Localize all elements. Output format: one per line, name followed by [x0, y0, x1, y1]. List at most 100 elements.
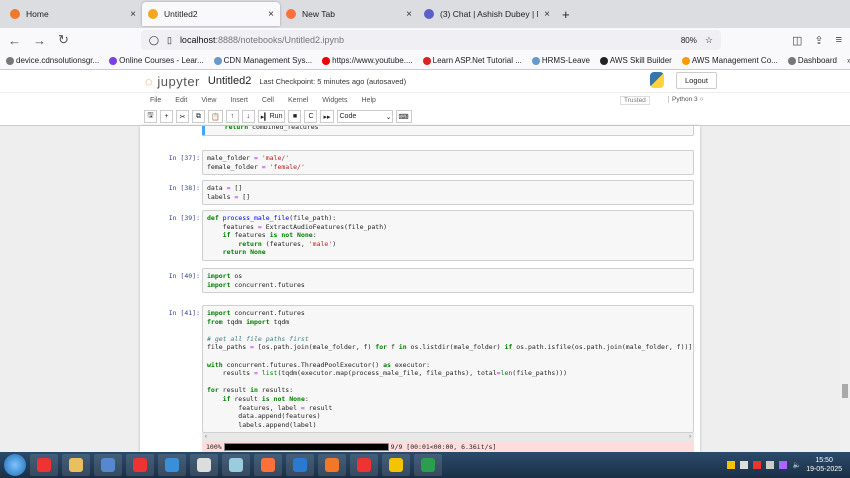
add-cell-icon[interactable]: + — [160, 110, 173, 123]
bookmark-item[interactable]: AWS Skill Builder — [599, 56, 672, 65]
jupyter-logo[interactable]: ◌ jupyter — [145, 74, 200, 89]
system-tray: 🔈 15:50 19-05-2025 — [727, 456, 850, 474]
run-button[interactable]: ▸▎ Run — [257, 110, 286, 123]
pocket-icon[interactable]: ◫ — [792, 34, 802, 47]
notebook-area: return combined_features In [37]: male_fol… — [0, 126, 850, 452]
code-token: list — [261, 369, 278, 378]
tray-icon[interactable] — [766, 461, 775, 469]
browser-tab[interactable]: Untitled2 × — [142, 2, 280, 26]
logout-button[interactable]: Logout — [676, 72, 717, 89]
bookmark-star-icon[interactable]: ☆ — [705, 35, 713, 46]
restart-run-all-icon[interactable]: ▸▸ — [320, 110, 334, 123]
close-tab-icon[interactable]: × — [544, 9, 550, 20]
code-input[interactable]: return combined_features — [202, 126, 694, 136]
menu-icon[interactable]: ≡ — [836, 34, 842, 47]
new-tab-icon[interactable]: + — [562, 7, 570, 22]
cell-type-select[interactable]: Code ⌄ — [336, 110, 393, 123]
tray-icon[interactable] — [753, 461, 762, 469]
taskbar-ssms[interactable] — [158, 454, 186, 476]
browser-tab[interactable]: New Tab × — [280, 2, 418, 26]
trusted-badge[interactable]: Trusted — [620, 96, 650, 105]
code-input[interactable]: def process_male_file(file_path): featur… — [202, 210, 694, 261]
clock[interactable]: 15:50 19-05-2025 — [806, 456, 842, 474]
forward-icon[interactable]: → — [33, 33, 46, 48]
code-input[interactable]: data = [] labels = [] — [202, 180, 694, 206]
taskbar-sheets[interactable] — [414, 454, 442, 476]
command-palette-icon[interactable]: ⌨ — [395, 110, 412, 123]
cut-icon[interactable]: ✂ — [176, 110, 189, 123]
page-scrollbar[interactable] — [840, 126, 850, 452]
code-line: return combined_features — [209, 126, 689, 132]
menu-insert[interactable]: Insert — [230, 97, 248, 104]
code-token: return — [238, 239, 262, 248]
code-token: is not — [261, 394, 286, 403]
tray-icon[interactable] — [727, 461, 736, 469]
stop-icon[interactable]: ■ — [288, 110, 302, 123]
menu-widgets[interactable]: Widgets — [322, 97, 347, 104]
code-input[interactable]: import concurrent.futures from tqdm impor… — [202, 305, 694, 434]
code-token: (file_paths))) — [512, 369, 568, 378]
code-token: results — [207, 369, 254, 378]
reload-icon[interactable]: ↻ — [58, 32, 69, 48]
progress-bar — [223, 443, 389, 451]
code-token: (file_path): — [289, 214, 337, 222]
code-token: data — [207, 184, 227, 192]
share-icon[interactable]: ⇪ — [814, 34, 823, 47]
browser-tab[interactable]: Home × — [4, 2, 142, 26]
shield-icon: ◯ — [148, 34, 159, 45]
code-input[interactable]: import os import concurrent.futures — [202, 268, 694, 294]
restart-icon[interactable]: C — [304, 110, 318, 123]
bookmark-label: Learn ASP.Net Tutorial ... — [432, 56, 522, 65]
bookmark-item[interactable]: Learn ASP.Net Tutorial ... — [422, 56, 522, 65]
bookmark-item[interactable]: Dashboard — [787, 56, 837, 65]
taskbar-vnc[interactable] — [190, 454, 218, 476]
bookmark-item[interactable]: device.cdnsolutionsgr... — [6, 56, 99, 65]
menu-file[interactable]: File — [150, 97, 161, 104]
code-token: import — [207, 272, 231, 280]
taskbar-warning[interactable] — [382, 454, 410, 476]
browser-tab[interactable]: (3) Chat | Ashish Dubey | Micro × — [418, 2, 556, 26]
taskbar-firefox[interactable] — [254, 454, 282, 476]
taskbar-chrome[interactable] — [30, 454, 58, 476]
taskbar-network[interactable] — [94, 454, 122, 476]
url-field[interactable]: ◯ ▯ localhost:8888/notebooks/Untitled2.i… — [140, 30, 721, 50]
tray-icon[interactable] — [740, 461, 749, 469]
code-token: result — [230, 394, 262, 403]
start-button[interactable] — [4, 454, 26, 476]
menu-edit[interactable]: Edit — [175, 97, 187, 104]
bookmark-label: HRMS-Leave — [541, 56, 590, 65]
copy-icon[interactable]: ⧉ — [192, 110, 205, 123]
horizontal-scrollbar[interactable]: ‹ › — [202, 433, 694, 441]
save-icon[interactable]: 🖫 — [144, 110, 157, 123]
paste-icon[interactable]: 📋 — [208, 110, 223, 123]
taskbar-anydesk[interactable] — [126, 454, 154, 476]
taskbar-file-explorer[interactable] — [62, 454, 90, 476]
bookmark-item[interactable]: Online Courses - Lear... — [109, 56, 204, 65]
move-up-icon[interactable]: ↑ — [225, 110, 239, 123]
menu-cell[interactable]: Cell — [262, 97, 274, 104]
zoom-level[interactable]: 80% — [681, 36, 697, 45]
menu-kernel[interactable]: Kernel — [288, 97, 308, 104]
move-down-icon[interactable]: ↓ — [241, 110, 255, 123]
scrollbar-thumb[interactable] — [842, 384, 848, 398]
menu-help[interactable]: Help — [362, 97, 376, 104]
taskbar-chrome-2[interactable] — [350, 454, 378, 476]
back-icon[interactable]: ← — [8, 33, 21, 48]
volume-icon[interactable]: 🔈 — [792, 461, 801, 469]
close-tab-icon[interactable]: × — [406, 9, 412, 20]
bookmark-item[interactable]: CDN Management Sys... — [213, 56, 312, 65]
code-token: # get all file paths first — [207, 334, 309, 343]
bookmark-item[interactable]: https://www.youtube.... — [322, 56, 413, 65]
close-tab-icon[interactable]: × — [130, 9, 136, 20]
close-tab-icon[interactable]: × — [268, 9, 274, 20]
notebook-name[interactable]: Untitled2 — [208, 75, 251, 87]
tray-icon[interactable] — [779, 461, 788, 469]
bookmark-item[interactable]: HRMS-Leave — [531, 56, 590, 65]
taskbar-jupyter[interactable] — [318, 454, 346, 476]
bookmark-item[interactable]: AWS Management Co... — [681, 56, 778, 65]
code-input[interactable]: male_folder = 'male/' female_folder = 'fe… — [202, 150, 694, 176]
taskbar-vnc-viewer[interactable] — [286, 454, 314, 476]
menu-view[interactable]: View — [201, 97, 216, 104]
taskbar-notepad[interactable] — [222, 454, 250, 476]
